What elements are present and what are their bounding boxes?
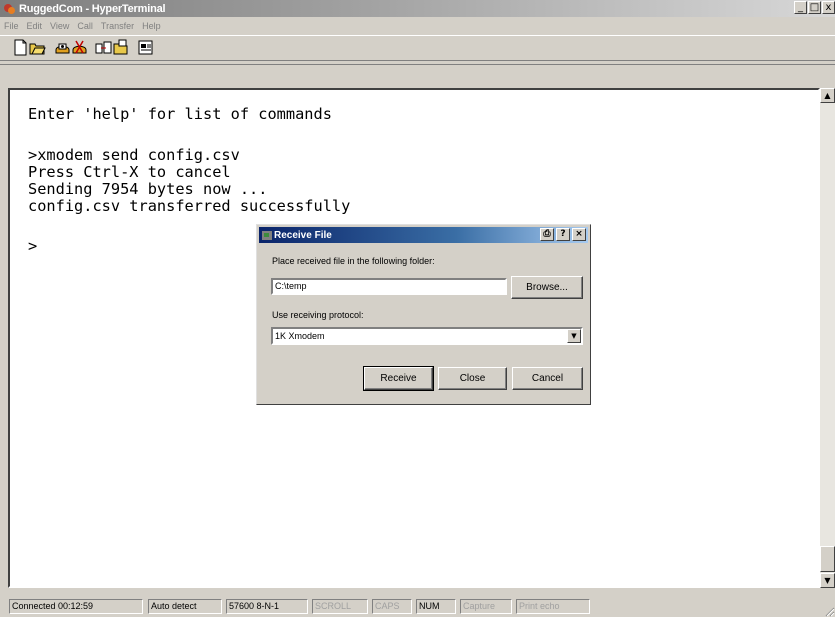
receive-button[interactable]: Receive <box>363 366 434 391</box>
terminal-line: >xmodem send config.csv <box>28 146 240 164</box>
status-scroll: SCROLL <box>312 599 368 614</box>
resize-grip-icon[interactable] <box>823 605 835 617</box>
disconnect-icon[interactable] <box>71 39 88 56</box>
status-print-echo: Print echo <box>516 599 590 614</box>
menu-transfer[interactable]: Transfer <box>101 21 134 31</box>
close-dialog-button[interactable]: Close <box>438 367 507 390</box>
terminal-line: Press Ctrl-X to cancel <box>28 163 231 181</box>
terminal-line: Enter 'help' for list of commands <box>28 105 332 123</box>
folder-label: Place received file in the following fol… <box>272 256 435 266</box>
toolbar-divider <box>0 64 835 65</box>
maximize-button[interactable]: □ <box>808 1 821 14</box>
call-icon[interactable] <box>54 39 71 56</box>
open-icon[interactable] <box>29 39 46 56</box>
help-button[interactable]: ? <box>556 228 570 241</box>
menu-help[interactable]: Help <box>142 21 161 31</box>
dialog-title-buttons: ⎙ ? × <box>540 228 586 241</box>
window-title: RuggedCom - HyperTerminal <box>19 2 166 15</box>
terminal-line: config.csv transferred successfully <box>28 197 351 215</box>
hyperterminal-window: RuggedCom - HyperTerminal _ □ x File Edi… <box>0 0 835 617</box>
window-controls: _ □ x <box>794 1 835 14</box>
browse-button[interactable]: Browse... <box>511 276 583 299</box>
dialog-title: Receive File <box>274 229 332 241</box>
scroll-down-button[interactable]: ▼ <box>820 573 835 588</box>
chevron-down-icon[interactable]: ▼ <box>567 329 581 343</box>
protocol-selected-value: 1K Xmodem <box>275 331 325 341</box>
status-capture: Capture <box>460 599 512 614</box>
protocol-select[interactable]: 1K Xmodem ▼ <box>271 327 583 345</box>
terminal-line: Sending 7954 bytes now ... <box>28 180 268 198</box>
hyperterminal-app-icon[interactable] <box>3 2 16 15</box>
menu-call[interactable]: Call <box>77 21 93 31</box>
status-connected: Connected 00:12:59 <box>9 599 143 614</box>
properties-icon[interactable] <box>137 39 154 56</box>
receive-file-icon <box>262 230 272 240</box>
new-connection-icon[interactable] <box>12 39 29 56</box>
dialog-title-bar[interactable]: Receive File ⎙ ? × <box>259 227 588 243</box>
dialog-close-button[interactable]: × <box>572 228 586 241</box>
vertical-scrollbar[interactable]: ▲ ▼ <box>820 88 835 588</box>
cancel-button[interactable]: Cancel <box>512 367 583 390</box>
menu-view[interactable]: View <box>50 21 69 31</box>
menu-file[interactable]: File <box>4 21 19 31</box>
folder-input[interactable]: C:\temp <box>271 278 507 295</box>
status-caps: CAPS <box>372 599 412 614</box>
status-port-settings: 57600 8-N-1 <box>226 599 308 614</box>
status-num: NUM <box>416 599 456 614</box>
menu-edit[interactable]: Edit <box>27 21 43 31</box>
title-bar[interactable]: RuggedCom - HyperTerminal _ □ x <box>0 0 835 17</box>
protocol-label: Use receiving protocol: <box>272 310 364 320</box>
send-icon[interactable] <box>95 39 112 56</box>
scroll-up-button[interactable]: ▲ <box>820 88 835 103</box>
minimize-button[interactable]: _ <box>794 1 807 14</box>
receive-icon[interactable] <box>112 39 129 56</box>
menu-bar: File Edit View Call Transfer Help <box>0 18 169 34</box>
scroll-thumb[interactable] <box>820 546 835 572</box>
toolbar <box>0 35 835 61</box>
print-icon[interactable]: ⎙ <box>540 228 554 241</box>
status-detect: Auto detect <box>148 599 222 614</box>
close-button[interactable]: x <box>822 1 835 14</box>
terminal-prompt: > <box>28 237 38 255</box>
receive-file-dialog: Receive File ⎙ ? × Place received file i… <box>256 224 591 405</box>
